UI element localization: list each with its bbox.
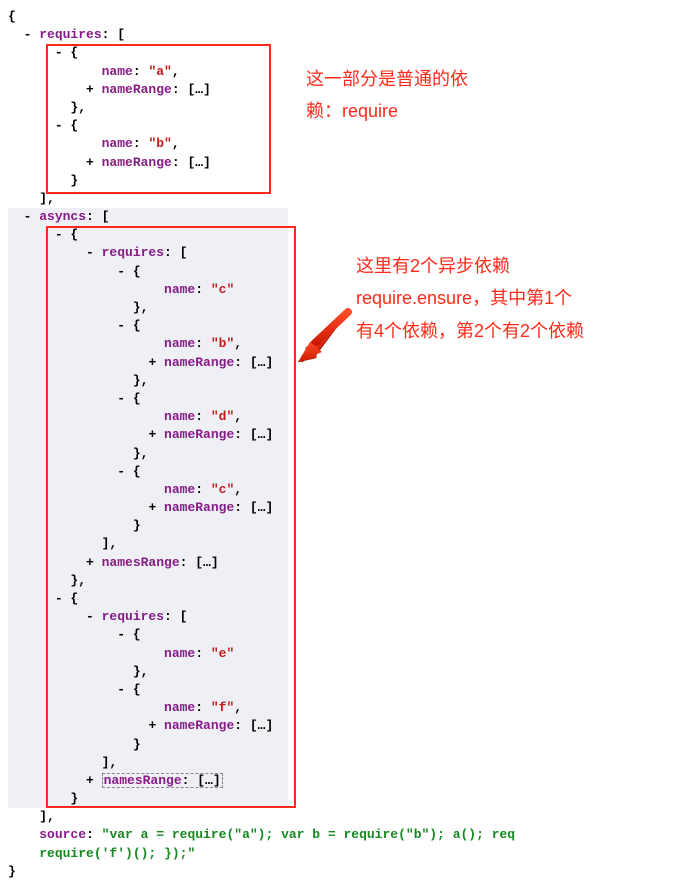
code-line: } <box>8 517 691 535</box>
annotation-top: 这一部分是普通的依 赖：require <box>306 63 468 128</box>
code-line: }, <box>8 372 691 390</box>
code-line: + nameRange: […] <box>8 354 691 372</box>
code-line: }, <box>8 299 691 317</box>
code-line: - asyncs: [ <box>8 208 691 226</box>
code-line: name: "c", <box>8 481 691 499</box>
code-line: - { <box>8 317 691 335</box>
code-line: require('f')(); });" <box>8 845 691 863</box>
code-line: name: "f", <box>8 699 691 717</box>
code-line: ], <box>8 754 691 772</box>
code-line: - { <box>8 44 691 62</box>
code-line: - { <box>8 681 691 699</box>
code-line: }, <box>8 663 691 681</box>
code-line: } <box>8 863 691 881</box>
code-line: name: "b", <box>8 135 691 153</box>
code-line: }, <box>8 445 691 463</box>
code-line: ], <box>8 808 691 826</box>
code-line: - { <box>8 226 691 244</box>
code-line: ], <box>8 535 691 553</box>
code-line: + nameRange: […] <box>8 154 691 172</box>
code-line: + nameRange: […] <box>8 426 691 444</box>
code-line: - { <box>8 463 691 481</box>
code-line: - { <box>8 626 691 644</box>
code-block: { - requires: [ - { name: "a", + nameRan… <box>8 8 691 881</box>
code-line: name: "d", <box>8 408 691 426</box>
code-line: }, <box>8 572 691 590</box>
code-line: } <box>8 172 691 190</box>
code-line: } <box>8 790 691 808</box>
code-line: + nameRange: […] <box>8 717 691 735</box>
code-line: } <box>8 736 691 754</box>
code-line: - { <box>8 590 691 608</box>
code-line: - requires: [ <box>8 244 691 262</box>
code-line: name: "c" <box>8 281 691 299</box>
code-line: ], <box>8 190 691 208</box>
code-line: source: "var a = require("a"); var b = r… <box>8 826 691 844</box>
code-line: + namesRange: […] <box>8 772 691 790</box>
code-line: + nameRange: […] <box>8 499 691 517</box>
code-line: name: "e" <box>8 645 691 663</box>
code-line: - requires: [ <box>8 608 691 626</box>
code-line: - { <box>8 390 691 408</box>
code-line: + namesRange: […] <box>8 554 691 572</box>
annotation-bottom: 这里有2个异步依赖 require.ensure，其中第1个 有4个依赖，第2个… <box>356 250 584 347</box>
code-line: { <box>8 8 691 26</box>
code-line: - { <box>8 263 691 281</box>
code-line: name: "b", <box>8 335 691 353</box>
code-line: - requires: [ <box>8 26 691 44</box>
